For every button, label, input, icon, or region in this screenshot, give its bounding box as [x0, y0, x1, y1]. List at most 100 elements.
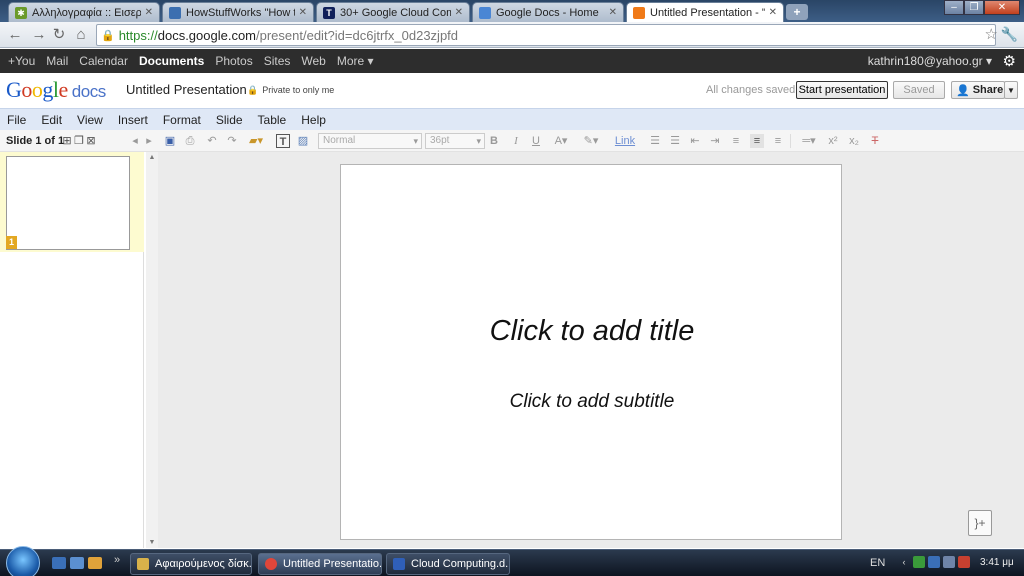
italic-icon[interactable]: I [510, 134, 522, 148]
address-bar[interactable]: 🔒 https://docs.google.com/present/edit?i… [96, 24, 996, 46]
wrench-icon[interactable]: 🔧 [1001, 26, 1018, 43]
decrease-indent-icon[interactable]: ⇤ [688, 134, 702, 148]
superscript-icon[interactable]: x² [827, 134, 839, 148]
save-icon[interactable]: ▣ [164, 134, 176, 148]
menu-slide[interactable]: Slide [216, 113, 243, 127]
update-icon[interactable] [913, 556, 925, 568]
align-left-icon[interactable]: ≡ [729, 134, 743, 148]
new-slide-icon[interactable]: ⊞ [62, 134, 72, 148]
language-indicator[interactable]: EN [870, 557, 885, 569]
share-dropdown-icon[interactable]: ▼ [1004, 81, 1018, 99]
gbar-item-you[interactable]: +You [8, 54, 35, 68]
share-button[interactable]: 👤 Share [951, 81, 1005, 99]
gear-icon[interactable]: ⚙ [1003, 52, 1016, 70]
slide-thumbnail-selected[interactable]: 1 [0, 152, 144, 252]
user-account-menu[interactable]: kathrin180@yahoo.gr ▾ [868, 54, 992, 68]
title-placeholder[interactable]: Click to add title [341, 315, 843, 348]
display-icon[interactable] [943, 556, 955, 568]
align-right-icon[interactable]: ≡ [771, 134, 785, 148]
duplicate-slide-icon[interactable]: ❐ [74, 134, 84, 148]
move-down-icon[interactable]: ▸ [144, 134, 154, 148]
delete-slide-icon[interactable]: ⊠ [86, 134, 96, 148]
home-icon[interactable]: ⌂ [72, 26, 90, 44]
new-tab-button[interactable]: + [786, 4, 808, 20]
gbar-item-calendar[interactable]: Calendar [79, 54, 128, 68]
close-icon[interactable]: ✕ [299, 7, 307, 18]
network-icon[interactable] [928, 556, 940, 568]
browser-tab-cloud-computing[interactable]: T 30+ Google Cloud Comput ✕ [316, 2, 470, 22]
switch-windows-icon[interactable] [70, 557, 84, 569]
gbar-item-mail[interactable]: Mail [46, 54, 68, 68]
browser-tab-presentation[interactable]: Untitled Presentation - "Go ✕ [626, 2, 784, 22]
taskbar-button-presentation[interactable]: Untitled Presentatio... [258, 553, 382, 575]
line-spacing-icon[interactable]: ═▾ [798, 134, 820, 148]
reload-icon[interactable]: ↻ [50, 26, 68, 44]
bookmark-star-icon[interactable]: ☆ [985, 25, 998, 43]
clear-formatting-icon[interactable]: T [868, 134, 882, 148]
move-up-icon[interactable]: ◂ [130, 134, 140, 148]
align-center-icon[interactable]: ≡ [750, 134, 764, 148]
highlight-color-icon[interactable]: ✎▾ [580, 134, 602, 148]
subscript-icon[interactable]: x₂ [848, 134, 860, 148]
slide-canvas[interactable]: Click to add title Click to add subtitle [340, 164, 842, 540]
gbar-item-sites[interactable]: Sites [264, 54, 291, 68]
document-title[interactable]: Untitled Presentation [126, 82, 247, 97]
volume-muted-icon[interactable] [958, 556, 970, 568]
bulleted-list-icon[interactable]: ☰ [668, 134, 682, 148]
menu-file[interactable]: File [7, 113, 26, 127]
undo-icon[interactable]: ↶ [206, 134, 218, 148]
insert-element-icon[interactable]: }+ [968, 510, 992, 536]
slide-panel-scrollbar[interactable]: ▲ ▼ [146, 152, 158, 548]
forward-arrow-icon[interactable]: → [30, 26, 48, 44]
font-size-select[interactable]: 36pt [425, 133, 485, 149]
taskbar-button-removable-disk[interactable]: Αφαιρούμενος δίσκ... [130, 553, 252, 575]
bold-icon[interactable]: B [488, 134, 500, 148]
slide-thumbnail[interactable] [6, 156, 130, 250]
close-icon[interactable]: ✕ [455, 7, 463, 18]
menu-help[interactable]: Help [301, 113, 326, 127]
quicklaunch-more-icon[interactable]: » [114, 554, 120, 566]
menu-format[interactable]: Format [163, 113, 201, 127]
close-icon[interactable]: ✕ [609, 7, 617, 18]
back-arrow-icon[interactable]: ← [6, 26, 24, 44]
tray-expand-icon[interactable]: ‹ [898, 556, 910, 568]
minimize-icon[interactable]: – [944, 0, 964, 15]
menu-edit[interactable]: Edit [41, 113, 62, 127]
scroll-down-icon[interactable]: ▼ [146, 539, 158, 546]
system-clock[interactable]: 3:41 μμ [980, 557, 1014, 568]
media-player-icon[interactable] [88, 557, 102, 569]
print-icon[interactable]: ⎙ [184, 134, 196, 148]
style-select[interactable]: Normal [318, 133, 422, 149]
window-close-icon[interactable]: ✕ [984, 0, 1020, 15]
redo-icon[interactable]: ↷ [226, 134, 238, 148]
gbar-item-documents[interactable]: Documents [139, 54, 204, 68]
insert-link[interactable]: Link [612, 134, 638, 148]
saved-button[interactable]: Saved [893, 81, 945, 99]
text-box-icon[interactable]: T [276, 134, 290, 148]
underline-icon[interactable]: U [530, 134, 542, 148]
start-presentation-button[interactable]: Start presentation [796, 81, 888, 99]
browser-tab-howstuffworks[interactable]: HowStuffWorks "How the C ✕ [162, 2, 314, 22]
insert-image-icon[interactable]: ▨ [296, 134, 310, 148]
scroll-up-icon[interactable]: ▲ [146, 154, 158, 161]
menu-view[interactable]: View [77, 113, 103, 127]
show-desktop-icon[interactable] [52, 557, 66, 569]
menu-insert[interactable]: Insert [118, 113, 148, 127]
browser-tab-docs-home[interactable]: Google Docs - Home ✕ [472, 2, 624, 22]
gbar-item-photos[interactable]: Photos [215, 54, 252, 68]
maximize-icon[interactable]: ❐ [964, 0, 984, 15]
taskbar-button-word-doc[interactable]: Cloud Computing.d... [386, 553, 510, 575]
gbar-item-more[interactable]: More ▾ [337, 54, 374, 68]
close-icon[interactable]: ✕ [769, 7, 777, 18]
gbar-item-web[interactable]: Web [301, 54, 325, 68]
google-docs-logo[interactable]: Google docs [6, 77, 106, 103]
subtitle-placeholder[interactable]: Click to add subtitle [341, 391, 843, 413]
text-color-icon[interactable]: A▾ [550, 134, 572, 148]
numbered-list-icon[interactable]: ☰ [648, 134, 662, 148]
sharing-status[interactable]: 🔒 Private to only me [247, 85, 334, 96]
increase-indent-icon[interactable]: ⇥ [708, 134, 722, 148]
browser-tab-mail[interactable]: ✱ Αλληλογραφία :: Εισερχόμ ✕ [8, 2, 160, 22]
close-icon[interactable]: ✕ [145, 7, 153, 18]
start-button-icon[interactable] [6, 546, 40, 576]
menu-table[interactable]: Table [258, 113, 287, 127]
